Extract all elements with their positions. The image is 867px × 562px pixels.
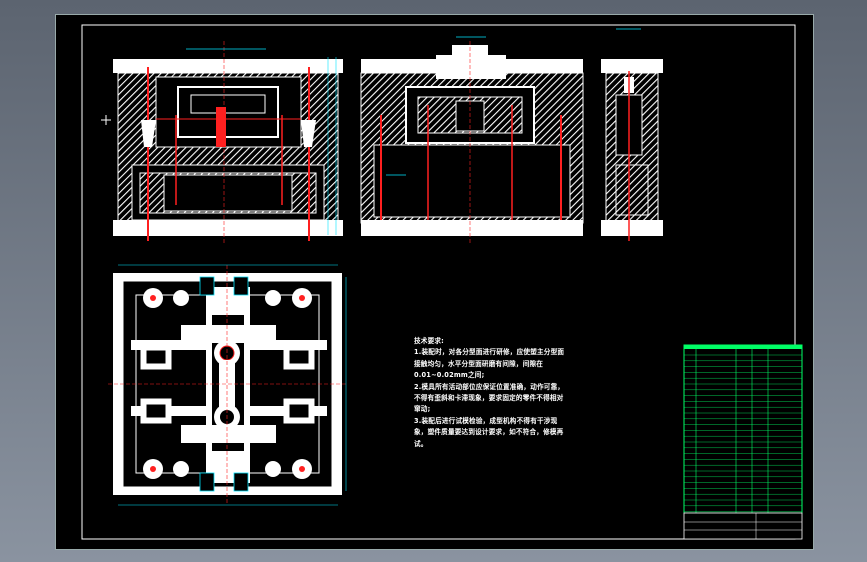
tech-line: 窜动;	[414, 405, 431, 414]
tech-line: 0.01~0.02mm之间;	[414, 371, 485, 380]
front-section-view	[101, 41, 343, 245]
tech-line: 试。	[414, 439, 428, 448]
end-section-view	[601, 28, 663, 241]
tech-line: 3.装配后进行试模检验，成型机构不得有干涉现	[414, 416, 558, 425]
tech-line: 不得有歪斜和卡滞现象，要求固定的零件不得相对	[414, 394, 564, 403]
tech-line: 象，塑件质量要达到设计要求，如不符合，修模再	[414, 428, 564, 437]
technical-requirements: 技术要求: 1.装配时，对各分型面进行研修，应使塑主分型面 接触均匀，水平分型面…	[414, 336, 589, 450]
parts-list-table	[683, 344, 803, 540]
tech-line: 接触均匀，水平分型面研磨有间隙，间隙在	[414, 359, 544, 368]
drawing-canvas[interactable]	[56, 15, 813, 549]
side-section-view	[360, 36, 584, 245]
tech-title: 技术要求:	[414, 337, 445, 345]
plan-view	[108, 264, 348, 506]
tech-line: 2.模具所有活动部位应保证位置准确，动作可靠，	[414, 382, 565, 391]
tech-line: 1.装配时，对各分型面进行研修，应使塑主分型面	[414, 348, 565, 357]
cad-viewport[interactable]	[55, 14, 814, 550]
